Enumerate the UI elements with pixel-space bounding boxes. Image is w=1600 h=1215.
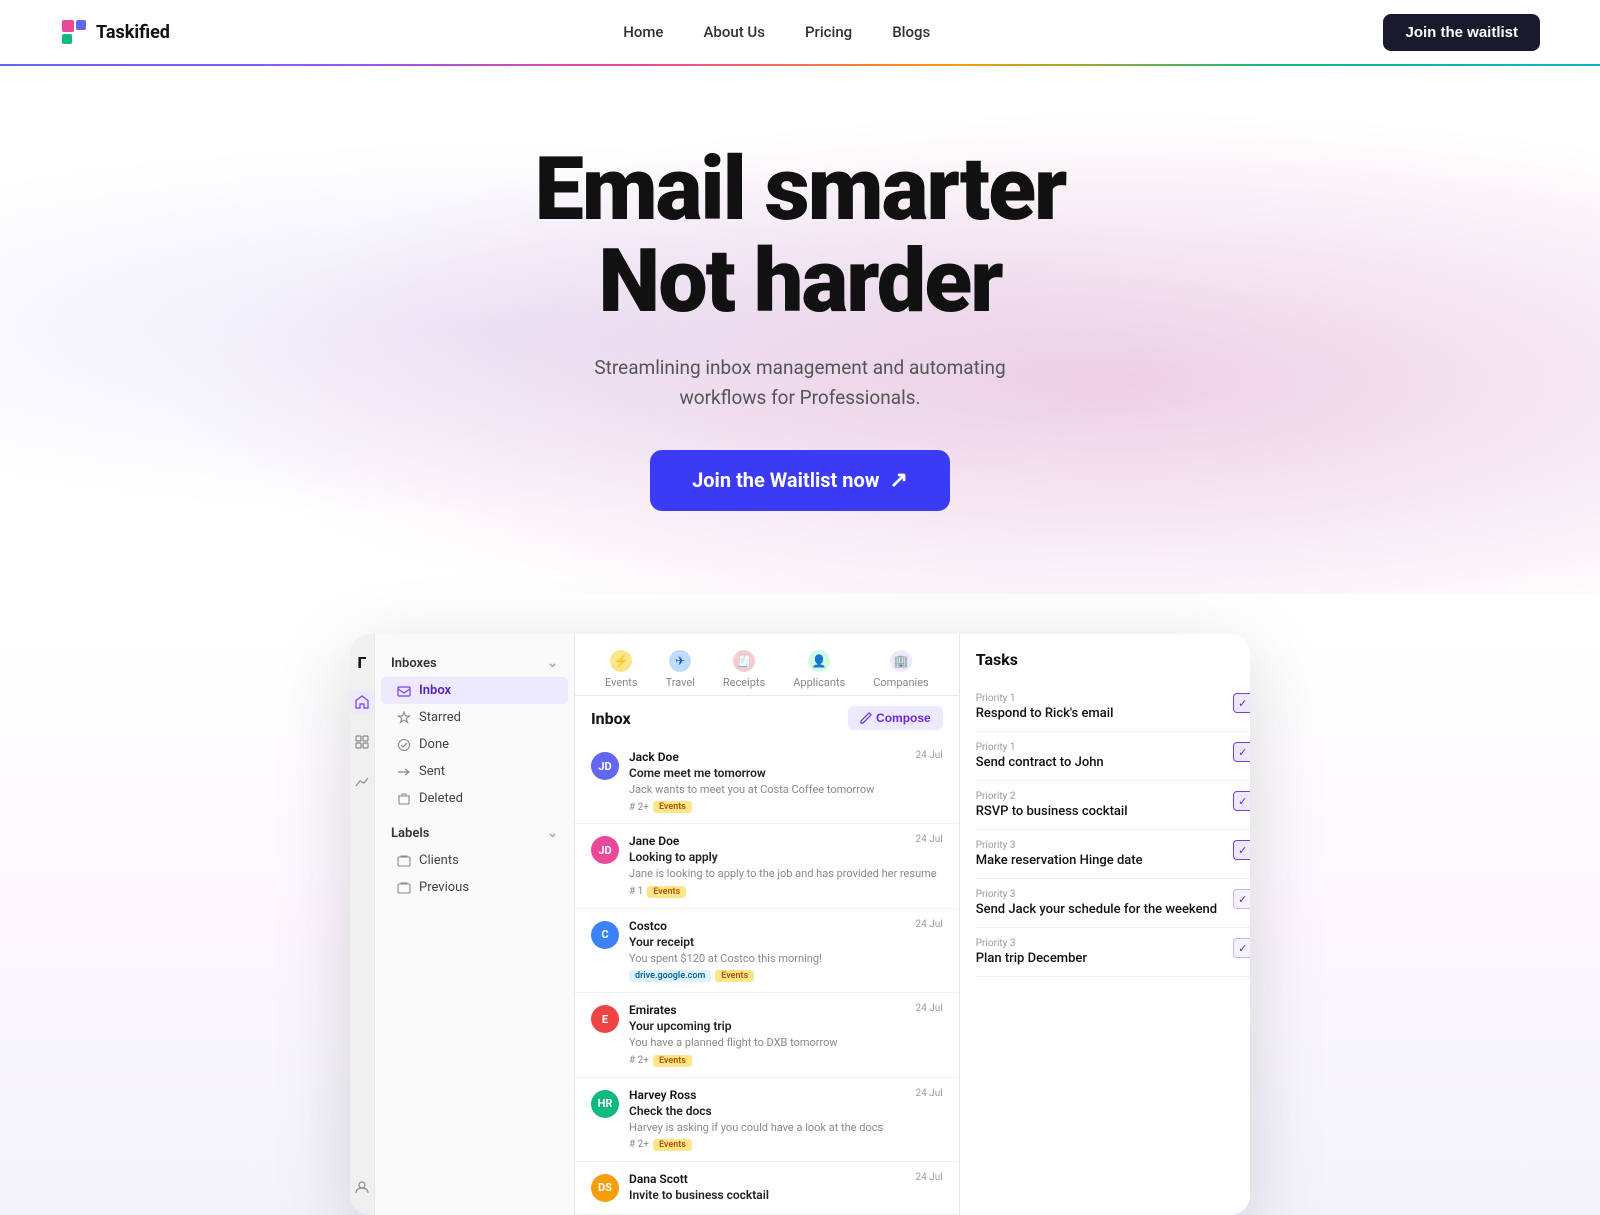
task-item: Priority 1 Send contract to John ✓ [976,732,1250,781]
inbox-title: Inbox [591,709,631,728]
applicants-tab-dot: 👤 [808,650,830,672]
companies-tab-dot: 🏢 [890,650,912,672]
email-list: JD Jack Doe 24 Jul Come meet me tomorrow… [575,740,959,1215]
avatar: JD [591,836,619,864]
nav-blogs[interactable]: Blogs [892,23,930,41]
nav-pricing[interactable]: Pricing [805,23,852,41]
email-content: Dana Scott 24 Jul Invite to business coc… [629,1172,943,1204]
email-content: Jane Doe 24 Jul Looking to apply Jane is… [629,834,943,897]
join-waitlist-hero-button[interactable]: Join the Waitlist now ↗ [650,450,950,511]
tasks-title: Tasks [976,650,1250,669]
app-tabs: ⚡ Events ✈ Travel 🧾 Receipts 👤 Applicant… [575,634,959,696]
email-item[interactable]: DS Dana Scott 24 Jul Invite to business … [575,1162,959,1215]
logo-mini-icon: Γ [350,650,374,674]
tab-travel[interactable]: ✈ Travel [652,644,709,695]
compose-button[interactable]: Compose [848,706,943,730]
hero-subtitle: Streamlining inbox management and automa… [40,353,1560,414]
navbar: Taskified Home About Us Pricing Blogs Jo… [0,0,1600,64]
task-item: Priority 3 Make reservation Hinge date ✓ [976,830,1250,879]
tasks-panel: Tasks Priority 1 Respond to Rick's email… [959,634,1250,1215]
email-item[interactable]: E Emirates 24 Jul Your upcoming trip You… [575,993,959,1077]
sidebar-done[interactable]: Done [381,731,568,758]
left-icon-rail: Γ [350,634,375,1215]
task-checkbox[interactable]: ✓ [1233,840,1250,860]
avatar: HR [591,1090,619,1118]
sidebar-clients[interactable]: Clients [381,847,568,874]
avatar: DS [591,1174,619,1202]
labels-header: Labels ⌄ [375,820,574,847]
hero-content: Email smarter Not harder Streamlining in… [40,144,1560,511]
sidebar-previous[interactable]: Previous [381,874,568,901]
app-preview: Γ Inboxes ⌄ [350,634,1250,1215]
hero-title: Email smarter Not harder [40,144,1560,329]
hero-title-line1: Email smarter [535,138,1066,241]
travel-tab-dot: ✈ [669,650,691,672]
receipts-tab-dot: 🧾 [733,650,755,672]
task-item: Priority 1 Respond to Rick's email ✓ [976,683,1250,732]
sidebar-inbox[interactable]: Inbox [381,677,568,704]
task-checkbox[interactable]: ✓ [1233,693,1250,713]
logo-icon [60,18,88,46]
home-icon[interactable] [350,690,374,714]
grid-icon[interactable] [350,730,374,754]
chart-icon[interactable] [350,770,374,794]
task-checkbox[interactable]: ✓ [1233,791,1250,811]
task-item: Priority 2 RSVP to business cocktail ✓ [976,781,1250,830]
hero-title-line2: Not harder [598,230,1001,333]
user-icon[interactable] [350,1175,374,1199]
email-content: Emirates 24 Jul Your upcoming trip You h… [629,1003,943,1066]
email-content: Jack Doe 24 Jul Come meet me tomorrow Ja… [629,750,943,813]
nav-about[interactable]: About Us [703,23,765,41]
task-item: Priority 3 Plan trip December ✓ [976,928,1250,977]
inbox-header: Inbox Compose [575,696,959,740]
hero-section: Email smarter Not harder Streamlining in… [0,64,1600,594]
tab-companies[interactable]: 🏢 Companies [859,644,943,695]
app-main: ⚡ Events ✈ Travel 🧾 Receipts 👤 Applicant… [575,634,959,1215]
task-checkbox[interactable]: ✓ [1233,938,1250,958]
avatar: E [591,1005,619,1033]
logo-text: Taskified [96,22,170,43]
tab-applicants[interactable]: 👤 Applicants [779,644,859,695]
join-waitlist-nav-button[interactable]: Join the waitlist [1383,14,1540,51]
app-preview-section: Γ Inboxes ⌄ [0,634,1600,1215]
sidebar-starred[interactable]: Starred [381,704,568,731]
email-content: Costco 24 Jul Your receipt You spent $12… [629,919,943,982]
hero-cta-arrow-icon: ↗ [889,468,907,493]
email-item[interactable]: JD Jack Doe 24 Jul Come meet me tomorrow… [575,740,959,824]
email-item[interactable]: C Costco 24 Jul Your receipt You spent $… [575,909,959,993]
preview-container: Γ Inboxes ⌄ [300,634,1300,1215]
avatar: JD [591,752,619,780]
logo: Taskified [60,18,170,46]
tab-receipts[interactable]: 🧾 Receipts [709,644,779,695]
task-checkbox[interactable]: ✓ [1233,889,1250,909]
tab-events[interactable]: ⚡ Events [591,644,652,695]
avatar: C [591,921,619,949]
inboxes-header: Inboxes ⌄ [375,650,574,677]
nav-links: Home About Us Pricing Blogs [623,23,930,41]
app-sidebar: Inboxes ⌄ Inbox Starred Done Sent [375,634,575,1215]
events-tab-dot: ⚡ [610,650,632,672]
email-item[interactable]: HR Harvey Ross 24 Jul Check the docs Har… [575,1078,959,1162]
email-content: Harvey Ross 24 Jul Check the docs Harvey… [629,1088,943,1151]
sidebar-sent[interactable]: Sent [381,758,568,785]
nav-home[interactable]: Home [623,23,663,41]
sidebar-deleted[interactable]: Deleted [381,785,568,812]
email-item[interactable]: JD Jane Doe 24 Jul Looking to apply Jane… [575,824,959,908]
task-item: Priority 3 Send Jack your schedule for t… [976,879,1250,928]
task-checkbox[interactable]: ✓ [1233,742,1250,762]
